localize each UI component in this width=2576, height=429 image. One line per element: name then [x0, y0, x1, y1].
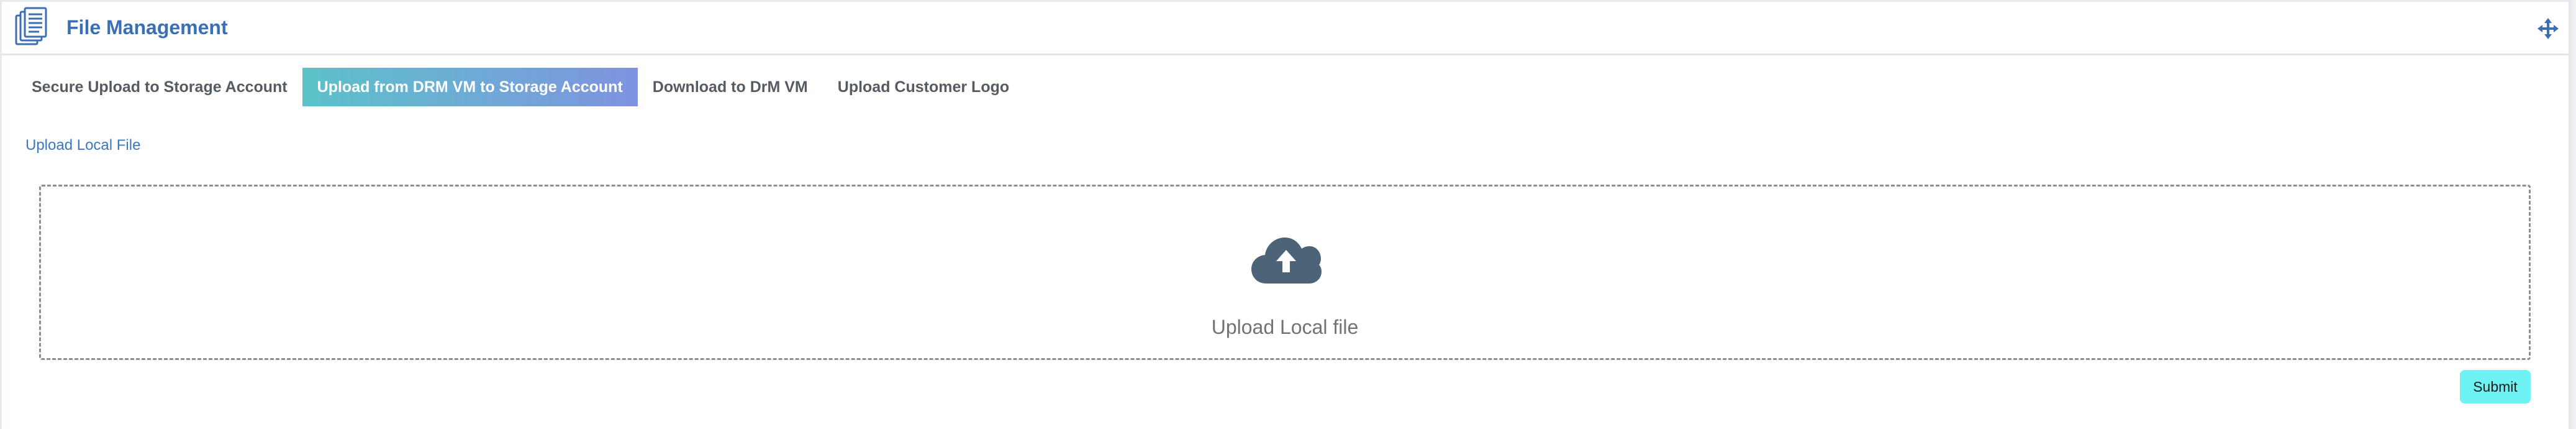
- tab-upload-customer-logo[interactable]: Upload Customer Logo: [823, 68, 1024, 106]
- file-management-panel: File Management Secure Upload to Storage…: [0, 0, 2569, 429]
- tab-label: Secure Upload to Storage Account: [32, 78, 288, 96]
- tab-label: Upload from DRM VM to Storage Account: [317, 78, 623, 96]
- tab-upload-from-drm-vm[interactable]: Upload from DRM VM to Storage Account: [302, 68, 638, 106]
- submit-button[interactable]: Submit: [2460, 370, 2531, 404]
- panel-header: File Management: [2, 2, 2569, 55]
- tab-secure-upload[interactable]: Secure Upload to Storage Account: [17, 68, 302, 106]
- scrollbar-gutter: [2569, 0, 2576, 429]
- cloud-upload-icon: [1250, 235, 1322, 285]
- dropzone-text: Upload Local file: [1211, 316, 1359, 338]
- move-arrows-icon[interactable]: [2537, 18, 2559, 39]
- file-dropzone[interactable]: Upload Local file: [39, 185, 2531, 360]
- documents-icon: [14, 7, 48, 47]
- page-title: File Management: [66, 16, 228, 39]
- tab-bar: Secure Upload to Storage Account Upload …: [17, 68, 1024, 106]
- upload-section-label: Upload Local File: [25, 137, 141, 154]
- tab-label: Upload Customer Logo: [837, 78, 1010, 96]
- tab-label: Download to DrM VM: [652, 78, 808, 96]
- tab-download-to-drm-vm[interactable]: Download to DrM VM: [638, 68, 823, 106]
